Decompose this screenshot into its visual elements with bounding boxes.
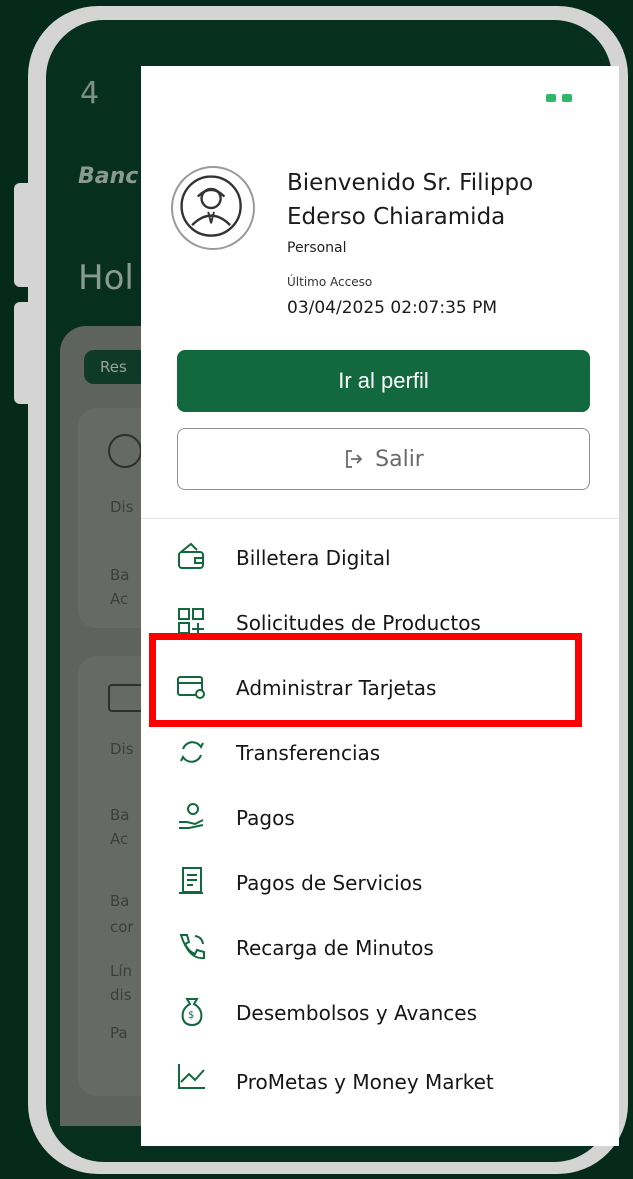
card-text: Ac [110,830,129,848]
profile-button-label: Ir al perfil [338,368,429,393]
logout-arrow-icon [346,450,363,468]
phone-call-icon [179,934,205,960]
menu-item-label: Billetera Digital [236,546,391,570]
card-text: Pa [110,1024,128,1042]
card-text: cor [110,918,134,936]
menu-item-pagos[interactable]: Pagos [141,788,619,848]
volume-up-button [14,183,34,287]
bank-logo-text: Banc [78,164,139,189]
menu-item-label: Pagos [236,806,295,830]
logout-button[interactable]: Salir [177,428,590,490]
money-bag-icon: $ [181,998,203,1027]
hand-money-icon [179,803,204,829]
last-access-value: 03/04/2025 02:07:35 PM [287,298,498,318]
receipt-icon [179,867,203,894]
card-text: Lín [110,962,133,980]
side-menu-drawer: Bienvenido Sr. Filippo Ederso Chiaramida… [141,66,619,1146]
logout-button-label: Salir [375,446,424,472]
card-text: Ba [110,806,130,824]
menu-item-label: Desembolsos y Avances [236,1001,478,1025]
menu-item-label: Pagos de Servicios [236,871,423,895]
user-avatar-icon [180,175,242,237]
menu-divider [141,518,619,519]
greeting-text: Hol [78,258,134,298]
transfer-icon [180,741,204,763]
volume-down-button [14,302,34,404]
profile-button[interactable]: Ir al perfil [177,350,590,412]
highlight-box-administrar-tarjetas [149,633,582,727]
trend-chart-icon [178,1064,205,1089]
credit-card-icon [108,684,144,712]
welcome-message: Bienvenido Sr. Filippo Ederso Chiaramida [287,170,534,230]
battery-icon [546,94,572,102]
menu-item-prometas-money-market[interactable]: ProMetas y Money Market [141,1048,619,1128]
menu-item-label: Recarga de Minutos [236,936,434,960]
user-avatar[interactable] [171,166,255,250]
card-text: dis [110,986,132,1004]
card-text: Ba [110,566,130,584]
menu-item-label: Transferencias [236,741,381,765]
menu-item-label: ProMetas y Money Market [236,1070,494,1094]
card-text: Ac [110,590,129,608]
menu-item-pagos-de-servicios[interactable]: Pagos de Servicios [141,853,619,913]
menu-item-billetera-digital[interactable]: Billetera Digital [141,528,619,588]
last-access-label: Último Acceso [287,275,373,289]
menu-item-recarga-de-minutos[interactable]: Recarga de Minutos [141,918,619,978]
menu-item-label: Solicitudes de Productos [236,611,481,635]
piggy-bank-icon [108,434,142,468]
card-text: Dis [110,498,134,516]
wallet-icon [178,542,204,569]
menu-item-transferencias[interactable]: Transferencias [141,723,619,783]
svg-text:$: $ [188,1010,194,1021]
account-type: Personal [287,240,347,256]
menu-item-desembolsos-y-avances[interactable]: $ Desembolsos y Avances [141,983,619,1043]
status-time: 4 [80,76,100,111]
card-text: Ba [110,892,130,910]
card-text: Dis [110,740,134,758]
